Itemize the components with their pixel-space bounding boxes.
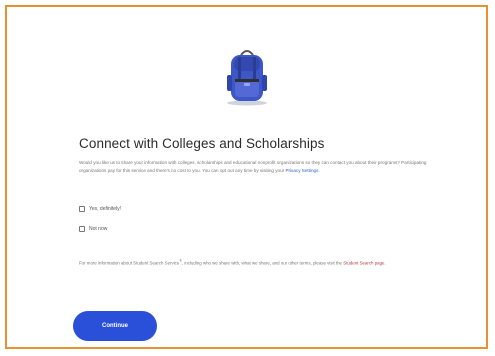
footnote-end: . xyxy=(384,260,386,266)
footnote-part1: For more information about Student Searc… xyxy=(79,260,180,266)
dialog-frame: Connect with Colleges and Scholarships W… xyxy=(5,5,488,349)
yes-checkbox[interactable] xyxy=(79,206,85,212)
page-title: Connect with Colleges and Scholarships xyxy=(79,136,325,151)
option-yes[interactable]: Yes, definitely! xyxy=(79,206,121,212)
student-search-link[interactable]: Student Search page xyxy=(343,260,384,265)
backpack-icon xyxy=(227,50,267,106)
option-no[interactable]: Not now xyxy=(79,226,107,232)
backpack-illustration xyxy=(217,45,277,107)
footnote-text: For more information about Student Searc… xyxy=(79,257,447,268)
description-text: Would you like us to share your informat… xyxy=(79,159,439,175)
description-end: . xyxy=(318,168,320,174)
no-checkbox[interactable] xyxy=(79,226,85,232)
footnote-part2: , including who we share with, what we s… xyxy=(181,260,344,266)
yes-label: Yes, definitely! xyxy=(89,206,122,212)
no-label: Not now xyxy=(89,226,108,232)
description-body: Would you like us to share your informat… xyxy=(79,160,427,174)
privacy-settings-link[interactable]: Privacy Settings xyxy=(285,168,318,173)
continue-button[interactable]: Continue xyxy=(73,311,157,341)
